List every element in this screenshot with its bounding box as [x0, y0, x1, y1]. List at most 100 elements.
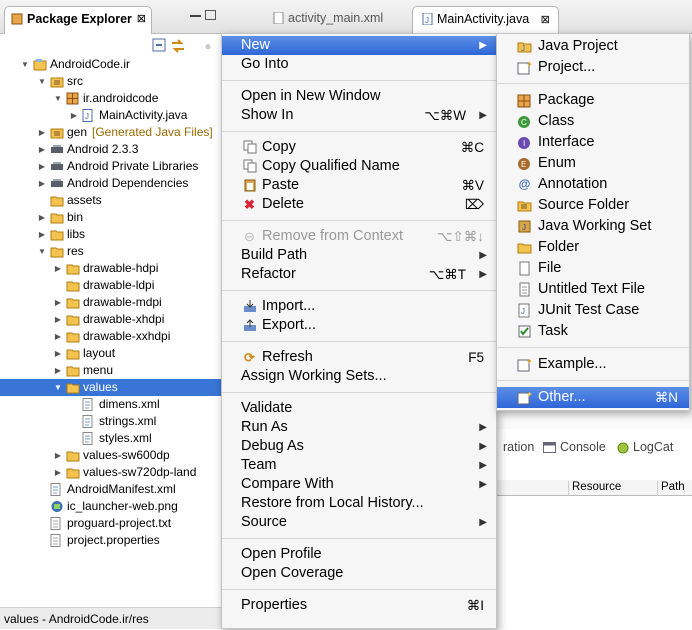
view-menu-icon[interactable]: ●	[200, 38, 216, 54]
menu-item-delete[interactable]: ✖ Delete ⌦	[222, 195, 496, 214]
tree-item-proguard-project-txt[interactable]: proguard-project.txt	[0, 515, 222, 532]
tab-console[interactable]: Console	[560, 440, 606, 454]
menu-item-new[interactable]: New ▶	[222, 36, 496, 55]
tree-item-values-sw600dp[interactable]: ▶ values-sw600dp	[0, 447, 222, 464]
collapse-arrow-icon[interactable]: ▶	[53, 345, 63, 362]
expand-arrow-icon[interactable]: ▼	[37, 73, 47, 90]
new-item-folder[interactable]: Folder	[497, 237, 689, 258]
menu-item-paste[interactable]: Paste ⌘V	[222, 176, 496, 195]
tree-item-bin[interactable]: ▶ bin	[0, 209, 222, 226]
maximize-icon[interactable]	[205, 10, 216, 20]
menu-item-copy-qualified-name[interactable]: Copy Qualified Name	[222, 157, 496, 176]
minimize-icon[interactable]	[190, 15, 201, 17]
menu-item-refresh[interactable]: ⟳ Refresh F5	[222, 348, 496, 367]
tree-item-drawable-xhdpi[interactable]: ▶ drawable-xhdpi	[0, 311, 222, 328]
collapse-arrow-icon[interactable]: ▶	[69, 107, 79, 124]
tree-item-res[interactable]: ▼ res	[0, 243, 222, 260]
tree-item-android-2-3-3[interactable]: ▶ Android 2.3.3	[0, 141, 222, 158]
new-item-class[interactable]: C Class	[497, 111, 689, 132]
tree-item-styles-xml[interactable]: styles.xml	[0, 430, 222, 447]
expand-arrow-icon[interactable]: ▼	[53, 90, 63, 107]
expand-arrow-icon[interactable]: ▼	[20, 56, 30, 73]
close-icon[interactable]: ⊠	[541, 14, 550, 26]
collapse-arrow-icon[interactable]: ▶	[53, 447, 63, 464]
menu-item-assign-working-sets[interactable]: Assign Working Sets...	[222, 367, 496, 386]
menu-item-team[interactable]: Team ▶	[222, 456, 496, 475]
new-item-example[interactable]: ✦ Example...	[497, 354, 689, 375]
menu-item-open-in-new-window[interactable]: Open in New Window	[222, 87, 496, 106]
collapse-arrow-icon[interactable]: ▶	[37, 209, 47, 226]
collapse-arrow-icon[interactable]: ▶	[53, 362, 63, 379]
tree-item-ic-launcher-web-png[interactable]: ic_launcher-web.png	[0, 498, 222, 515]
column-resource[interactable]: Resource	[568, 481, 660, 496]
menu-item-copy[interactable]: Copy ⌘C	[222, 138, 496, 157]
collapse-all-icon[interactable]	[151, 38, 167, 54]
tree-item-androidmanifest-xml[interactable]: AndroidManifest.xml	[0, 481, 222, 498]
new-item-java-working-set[interactable]: J Java Working Set	[497, 216, 689, 237]
tab-declaration[interactable]: ration	[503, 440, 534, 454]
tree-item-drawable-hdpi[interactable]: ▶ drawable-hdpi	[0, 260, 222, 277]
menu-item-debug-as[interactable]: Debug As ▶	[222, 437, 496, 456]
collapse-arrow-icon[interactable]: ▶	[37, 226, 47, 243]
new-item-enum[interactable]: E Enum	[497, 153, 689, 174]
column-path[interactable]: Path	[657, 481, 692, 496]
new-item-annotation[interactable]: @ Annotation	[497, 174, 689, 195]
tree-item-strings-xml[interactable]: strings.xml	[0, 413, 222, 430]
tab-logcat[interactable]: LogCat	[633, 440, 673, 454]
collapse-arrow-icon[interactable]: ▶	[53, 328, 63, 345]
menu-item-validate[interactable]: Validate	[222, 399, 496, 418]
menu-item-import[interactable]: Import...	[222, 297, 496, 316]
menu-item-source[interactable]: Source ▶	[222, 513, 496, 532]
close-icon[interactable]: ⊠	[137, 12, 146, 25]
collapse-arrow-icon[interactable]: ▶	[53, 260, 63, 277]
collapse-arrow-icon[interactable]: ▶	[37, 158, 47, 175]
tree-item-values[interactable]: ▼ values	[0, 379, 222, 396]
tree-item-mainactivity-java[interactable]: ▶ J MainActivity.java	[0, 107, 222, 124]
new-item-interface[interactable]: I Interface	[497, 132, 689, 153]
menu-item-open-coverage[interactable]: Open Coverage	[222, 564, 496, 583]
tree-item-libs[interactable]: ▶ libs	[0, 226, 222, 243]
new-item-source-folder[interactable]: Source Folder	[497, 195, 689, 216]
tree-item-menu[interactable]: ▶ menu	[0, 362, 222, 379]
link-with-editor-icon[interactable]	[170, 38, 186, 54]
tree-item-dimens-xml[interactable]: dimens.xml	[0, 396, 222, 413]
expand-arrow-icon[interactable]: ▼	[37, 243, 47, 260]
tree-item-drawable-mdpi[interactable]: ▶ drawable-mdpi	[0, 294, 222, 311]
new-item-untitled-text-file[interactable]: Untitled Text File	[497, 279, 689, 300]
tab-activity-main-xml[interactable]: activity_main.xml	[264, 6, 391, 34]
menu-item-open-profile[interactable]: Open Profile	[222, 545, 496, 564]
menu-item-build-path[interactable]: Build Path ▶	[222, 246, 496, 265]
menu-item-show-in[interactable]: Show In ⌥⌘W ▶	[222, 106, 496, 125]
tab-mainactivity-java[interactable]: J MainActivity.java ⊠	[412, 6, 559, 34]
tree-item-android-dependencies[interactable]: ▶ Android Dependencies	[0, 175, 222, 192]
new-item-package[interactable]: Package	[497, 90, 689, 111]
menu-item-go-into[interactable]: Go Into	[222, 55, 496, 74]
tab-package-explorer[interactable]: Package Explorer ⊠	[4, 6, 152, 34]
tree-item-values-sw720dp-land[interactable]: ▶ values-sw720dp-land	[0, 464, 222, 481]
tree-item-drawable-ldpi[interactable]: drawable-ldpi	[0, 277, 222, 294]
tree-item-drawable-xxhdpi[interactable]: ▶ drawable-xxhdpi	[0, 328, 222, 345]
menu-item-properties[interactable]: Properties ⌘I	[222, 596, 496, 615]
tree-item-ir-androidcode[interactable]: ▼ ir.androidcode	[0, 90, 222, 107]
tree-item-gen[interactable]: ▶ gen [Generated Java Files]	[0, 124, 222, 141]
new-item-project[interactable]: ✦ Project...	[497, 57, 689, 78]
menu-item-export[interactable]: Export...	[222, 316, 496, 335]
new-item-task[interactable]: Task	[497, 321, 689, 342]
collapse-arrow-icon[interactable]: ▶	[53, 294, 63, 311]
tree-item-project-properties[interactable]: project.properties	[0, 532, 222, 549]
menu-item-run-as[interactable]: Run As ▶	[222, 418, 496, 437]
menu-item-restore-from-local-history[interactable]: Restore from Local History...	[222, 494, 496, 513]
new-item-java-project[interactable]: J Java Project	[497, 36, 689, 57]
collapse-arrow-icon[interactable]: ▶	[37, 124, 47, 141]
new-item-junit-test-case[interactable]: J JUnit Test Case	[497, 300, 689, 321]
tree-item-android-private-libraries[interactable]: ▶ Android Private Libraries	[0, 158, 222, 175]
tree-item-src[interactable]: ▼ src	[0, 73, 222, 90]
collapse-arrow-icon[interactable]: ▶	[53, 311, 63, 328]
tree-item-layout[interactable]: ▶ layout	[0, 345, 222, 362]
collapse-arrow-icon[interactable]: ▶	[37, 141, 47, 158]
menu-item-compare-with[interactable]: Compare With ▶	[222, 475, 496, 494]
menu-item-refactor[interactable]: Refactor ⌥⌘T ▶	[222, 265, 496, 284]
new-item-file[interactable]: File	[497, 258, 689, 279]
collapse-arrow-icon[interactable]: ▶	[53, 464, 63, 481]
new-item-other[interactable]: ✦ Other... ⌘N	[497, 387, 689, 408]
